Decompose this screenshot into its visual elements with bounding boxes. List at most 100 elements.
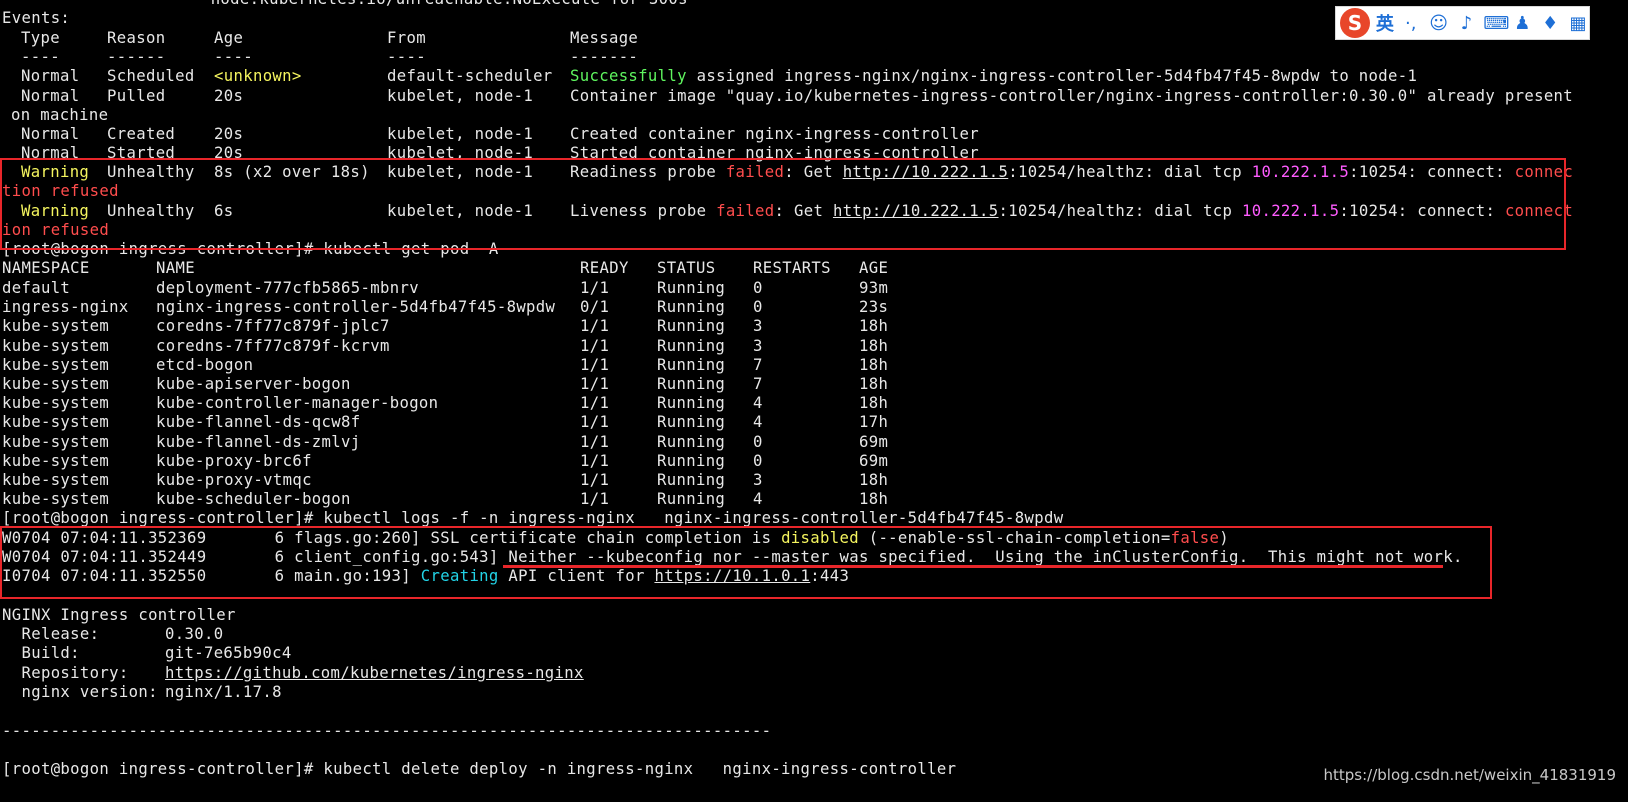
pod-restarts: 7	[753, 355, 763, 374]
terminal-line: node.kubernetes.io/unreachable:NoExecute…	[2, 0, 688, 9]
pod-namespace: kube-system	[2, 490, 110, 509]
pod-namespace: kube-system	[2, 451, 110, 470]
pod-age: 18h	[859, 375, 889, 393]
pod-name: kube-proxy-brc6f	[156, 451, 312, 470]
pod-ready: 1/1	[580, 317, 610, 336]
pod-status: Running	[657, 355, 726, 374]
pod-restarts: 0	[753, 298, 763, 317]
watermark: https://blog.csdn.net/weixin_41831919	[1323, 766, 1616, 784]
emoji-icon[interactable]: ☺	[1428, 13, 1450, 34]
pod-status: Running	[657, 279, 726, 297]
pod-namespace: kube-system	[2, 394, 110, 413]
pod-age: 18h	[859, 317, 889, 336]
separator-line: ----------------------------------------…	[2, 722, 772, 740]
shirt-icon[interactable]: ♦	[1539, 13, 1561, 34]
pod-name: etcd-bogon	[156, 355, 254, 374]
event-row: Normal Started 20s kubelet, node-1 Start…	[21, 144, 980, 162]
pod-restarts: 4	[753, 490, 763, 509]
user-icon[interactable]: ♟	[1511, 13, 1533, 34]
shell-prompt-logs: [root@bogon ingress-controller]# kubectl…	[2, 509, 1064, 527]
event-row-warning: Warning Unhealthy 8s (x2 over 18s) kubel…	[21, 163, 1574, 181]
mic-icon[interactable]: ♪	[1456, 13, 1478, 34]
pod-row: default deployment-777cfb5865-mbnrv 1/1 Run…	[2, 278, 1002, 298]
language-toggle-button[interactable]: 英	[1376, 10, 1394, 36]
pod-age: 23s	[859, 298, 889, 317]
pod-ready: 1/1	[580, 471, 610, 489]
pod-restarts: 0	[753, 451, 763, 470]
pod-row: kube-system coredns-7ff77c879f-jplc7 1/1 Ru…	[2, 316, 1002, 336]
pod-row: ingress-nginx nginx-ingress-controller-5d…	[2, 297, 1002, 317]
pod-ready: 1/1	[580, 279, 610, 297]
healthz-link[interactable]: http://10.222.1.5	[833, 202, 999, 220]
nginx-info-row: Build: git-7e65b90c4	[2, 644, 292, 662]
pod-row: kube-system kube-flannel-ds-qcw8f 1/1 Runni…	[2, 412, 1002, 432]
event-row: Normal Scheduled <unknown> default-sched…	[21, 67, 1418, 85]
pod-status: Running	[657, 298, 726, 317]
pod-age: 18h	[859, 394, 889, 413]
pod-ready: 1/1	[580, 451, 610, 470]
pod-row: kube-system kube-flannel-ds-zmlvj 1/1 Runni…	[2, 432, 1002, 452]
pod-row: kube-system kube-proxy-vtmqc 1/1 Running 3 18…	[2, 470, 1002, 490]
pod-ready: 1/1	[580, 432, 610, 451]
pod-restarts: 3	[753, 336, 763, 355]
pod-status: Running	[657, 490, 726, 509]
pod-name: kube-apiserver-bogon	[156, 375, 351, 393]
grid-icon[interactable]: ▦	[1567, 13, 1589, 34]
kubeconfig-warning-text: Neither --kubeconfig nor --master was sp…	[508, 548, 1463, 566]
pod-status: Running	[657, 394, 726, 413]
pod-restarts: 7	[753, 375, 763, 393]
pod-restarts: 3	[753, 471, 763, 489]
pod-age: 69m	[859, 451, 889, 470]
ime-toolbar[interactable]: S 英 ·, ☺ ♪ ⌨ ♟ ♦ ▦	[1335, 6, 1590, 40]
pod-namespace: default	[2, 279, 71, 297]
pod-namespace: kube-system	[2, 317, 110, 336]
healthz-link[interactable]: http://10.222.1.5	[843, 163, 1009, 181]
event-row-wrap: tion refused	[2, 182, 119, 200]
sogou-logo-icon[interactable]: S	[1340, 8, 1370, 38]
pod-row: kube-system kube-proxy-brc6f 1/1 Running 0 69…	[2, 451, 1002, 471]
pod-row: kube-system kube-scheduler-bogon 1/1 Runnin…	[2, 489, 1002, 509]
pod-age: 18h	[859, 355, 889, 374]
pod-age: 18h	[859, 490, 889, 509]
pod-name: coredns-7ff77c879f-kcrvm	[156, 336, 390, 355]
pod-name: nginx-ingress-controller-5d4fb47f45-8wpd…	[156, 298, 556, 317]
nginx-title: NGINX Ingress controller	[2, 606, 236, 624]
pod-status: Running	[657, 375, 726, 393]
pods-column-headers: NAMESPACE NAME READY STATUS RESTARTS AGE	[2, 259, 889, 277]
events-header: Events:	[2, 9, 71, 27]
pod-restarts: 0	[753, 279, 763, 297]
pod-age: 18h	[859, 471, 889, 489]
punct-icon[interactable]: ·,	[1400, 13, 1422, 34]
pod-namespace: ingress-nginx	[2, 298, 129, 317]
pod-name: kube-proxy-vtmqc	[156, 471, 312, 489]
pod-ready: 1/1	[580, 490, 610, 509]
underline-annotation	[503, 565, 1443, 568]
pod-restarts: 0	[753, 432, 763, 451]
pod-status: Running	[657, 317, 726, 336]
pod-name: kube-controller-manager-bogon	[156, 394, 439, 413]
event-row: Normal Created 20s kubelet, node-1 Creat…	[21, 125, 980, 143]
event-row: Normal Pulled 20s kubelet, node-1 Contai…	[21, 87, 1574, 105]
repository-link[interactable]: https://github.com/kubernetes/ingress-ng…	[165, 663, 584, 683]
pod-ready: 0/1	[580, 298, 610, 317]
pod-namespace: kube-system	[2, 471, 110, 489]
pod-ready: 1/1	[580, 336, 610, 355]
pod-name: deployment-777cfb5865-mbnrv	[156, 279, 419, 297]
pod-namespace: kube-system	[2, 432, 110, 451]
pod-row: kube-system kube-controller-manager-bogon…	[2, 393, 1002, 413]
pod-restarts: 4	[753, 394, 763, 413]
keyboard-icon[interactable]: ⌨	[1483, 13, 1509, 34]
nginx-info-row: nginx version: nginx/1.17.8	[2, 683, 282, 701]
pod-status: Running	[657, 471, 726, 489]
pod-name: kube-flannel-ds-qcw8f	[156, 413, 361, 432]
log-line: W0704 07:04:11.352449 6 client_config.go…	[2, 548, 1463, 566]
terminal-window[interactable]: node.kubernetes.io/unreachable:NoExecute…	[0, 0, 1628, 802]
pod-name: kube-scheduler-bogon	[156, 490, 351, 509]
nginx-info-row: Release: 0.30.0	[2, 625, 224, 643]
pod-namespace: kube-system	[2, 355, 110, 374]
pod-row: kube-system etcd-bogon 1/1 Running 7 18h	[2, 355, 1002, 375]
api-server-link[interactable]: https://10.1.0.1	[654, 567, 810, 585]
pod-ready: 1/1	[580, 394, 610, 413]
pod-ready: 1/1	[580, 375, 610, 393]
pod-namespace: kube-system	[2, 375, 110, 393]
